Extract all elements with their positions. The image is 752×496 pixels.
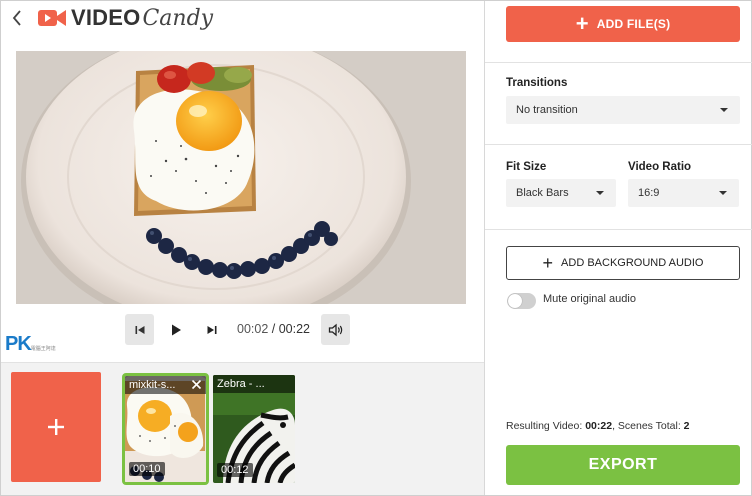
video-ratio-select[interactable]: 16:9 [628,179,739,207]
result-scenes: 2 [683,420,690,432]
bg-audio-label: ADD BACKGROUND AUDIO [561,257,704,269]
transitions-label: Transitions [506,77,568,89]
skip-forward-icon [207,325,216,334]
result-summary: Resulting Video: 00:22, Scenes Total: 2 [506,420,690,432]
volume-icon [328,323,342,336]
volume-button[interactable] [321,314,350,345]
close-icon[interactable] [190,378,203,391]
time-display: 00:02 / 00:22 [237,322,310,336]
fit-size-value: Black Bars [516,187,569,199]
clip-duration: 00:10 [129,462,165,476]
skip-forward-button[interactable] [197,314,226,345]
player-controls: 00:02 / 00:22 [1,314,484,348]
divider [485,144,752,145]
skip-back-icon [135,325,144,334]
current-time: 00:02 [237,322,269,336]
plus-icon [48,419,64,435]
video-ratio-label: Video Ratio [628,161,692,173]
divider [485,62,752,63]
add-files-label: ADD FILE(S) [596,17,671,31]
logo-word-video: VIDEO [71,5,141,30]
watermark-subtext: 電腦王阿達 [30,346,56,352]
result-duration: 00:22 [585,420,613,432]
fit-size-select[interactable]: Black Bars [506,179,616,207]
toggle-knob [508,294,522,308]
camera-logo-icon [38,10,66,26]
add-scene-button[interactable] [11,372,101,482]
plus-icon: + [575,11,589,36]
editor-panel: VIDEO Candy 00:02 / 00:22 PK電腦王阿達 mixkit… [1,1,484,495]
mute-toggle[interactable] [507,293,536,309]
video-ratio-value: 16:9 [638,187,660,199]
logo-word-candy: Candy [142,5,214,31]
preview-frame-image [16,51,466,304]
fit-size-label: Fit Size [506,161,547,173]
result-mid: , Scenes Total: [612,420,684,432]
add-files-button[interactable]: + ADD FILE(S) [506,6,740,42]
total-time: 00:22 [278,322,310,336]
scene-clip-1[interactable]: mixkit-s... 00:10 [122,373,209,485]
settings-panel: + ADD FILE(S) Transitions No transition … [484,1,752,495]
clip-title: Zebra - ... [213,375,295,393]
play-button[interactable] [161,314,190,345]
watermark-logo: PK電腦王阿達 [5,333,56,356]
add-background-audio-button[interactable]: + ADD BACKGROUND AUDIO [506,246,740,280]
clip-duration: 00:12 [217,463,253,477]
transition-select[interactable]: No transition [506,96,740,124]
chevron-down-icon [596,191,604,195]
scene-clip-2[interactable]: Zebra - ... 00:12 [213,375,295,483]
back-icon[interactable] [9,7,25,29]
watermark-text: PK [5,333,32,355]
time-separator: / [268,322,279,336]
chevron-down-icon [720,108,728,112]
play-icon [171,324,181,335]
divider [485,229,752,230]
video-preview[interactable] [16,51,466,304]
scene-timeline: mixkit-s... 00:10 Zebra - ... 00:12 [1,362,484,495]
logo: VIDEO Candy [37,5,213,31]
result-prefix: Resulting Video: [506,420,586,432]
top-bar: VIDEO Candy [1,1,484,37]
export-button[interactable]: EXPORT [506,445,740,485]
skip-back-button[interactable] [125,314,154,345]
mute-label: Mute original audio [543,293,636,305]
plus-icon: + [542,253,554,273]
chevron-down-icon [719,191,727,195]
transition-value: No transition [516,104,578,116]
